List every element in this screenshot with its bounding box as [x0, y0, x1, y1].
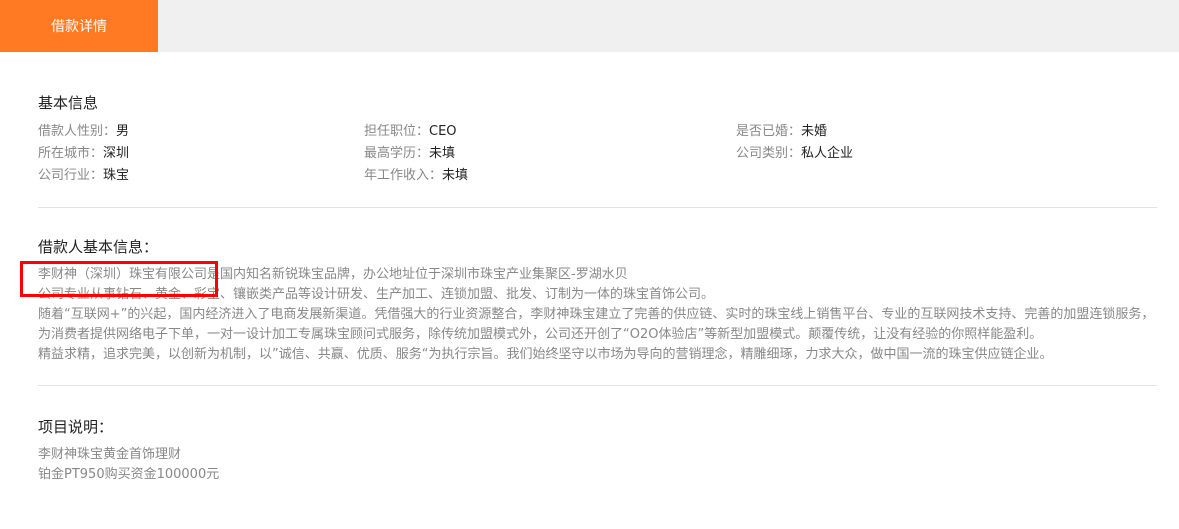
field-label: 公司类别：	[736, 146, 802, 161]
highlight-box	[20, 261, 218, 297]
field-label: 最高学历：	[364, 146, 430, 161]
borrower-info-section: 借款人基本信息： 李财神（深圳）珠宝有限公司是国内知名新锐珠宝品牌，办公地址位于…	[38, 236, 1157, 386]
field-value: 深圳	[103, 146, 130, 161]
field-value: 珠宝	[103, 168, 130, 183]
field-label: 借款人性别：	[38, 124, 117, 139]
project-section: 项目说明： 李财神珠宝黄金首饰理财 铂金PT950购买资金100000元	[38, 416, 1157, 485]
field-value: 未婚	[801, 124, 828, 139]
paragraph-line: 随着“互联网+”的兴起，国内经济进入了电商发展新渠道。凭借强大的行业资源整合，李…	[38, 307, 1155, 342]
field-label: 所在城市：	[38, 146, 104, 161]
field-label: 担任职位：	[364, 124, 430, 139]
field-gender: 借款人性别：男	[38, 121, 364, 143]
divider	[38, 207, 1157, 208]
field-value: 男	[116, 124, 130, 139]
field-city: 所在城市：深圳	[38, 143, 364, 165]
field-label: 年工作收入：	[364, 168, 443, 183]
section-title: 基本信息	[38, 94, 99, 112]
field-income: 年工作收入：未填	[364, 165, 736, 187]
section-title: 借款人基本信息：	[38, 238, 159, 256]
basic-info-section: 基本信息 借款人性别：男 担任职位：CEO 是否已婚：未婚 所在城市：深圳 最高…	[38, 52, 1157, 208]
paragraph-line: 精益求精，追求完美，以创新为机制，以”诚信、共赢、优质、服务“为执行宗旨。我们始…	[38, 347, 1053, 362]
project-line: 铂金PT950购买资金100000元	[38, 467, 220, 482]
field-label: 公司行业：	[38, 168, 104, 183]
field-value: 未填	[442, 168, 469, 183]
section-title: 项目说明：	[38, 418, 114, 436]
project-line: 李财神珠宝黄金首饰理财	[38, 447, 182, 462]
divider	[38, 385, 1157, 386]
field-education: 最高学历：未填	[364, 143, 736, 165]
field-value: 未填	[429, 146, 456, 161]
field-position: 担任职位：CEO	[364, 121, 736, 143]
field-company-type: 公司类别：私人企业	[736, 143, 1157, 165]
field-value: 私人企业	[801, 146, 854, 161]
tab-bar: 借款详情	[0, 0, 1179, 52]
field-value: CEO	[429, 124, 457, 139]
field-label: 是否已婚：	[736, 124, 802, 139]
tab-loan-details[interactable]: 借款详情	[0, 0, 158, 52]
field-married: 是否已婚：未婚	[736, 121, 1157, 143]
field-industry: 公司行业：珠宝	[38, 165, 364, 187]
